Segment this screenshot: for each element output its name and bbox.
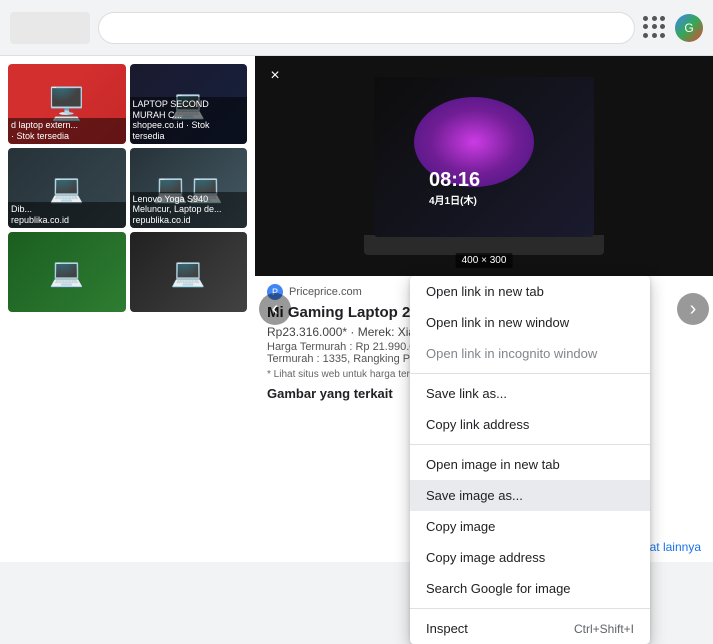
product-image: 08:16 4月1日(木) 400 × 300 [255,56,713,276]
thumb-label: Dib...republika.co.id [8,202,126,228]
menu-divider-3 [410,608,650,609]
menu-item-label: Copy link address [426,417,529,432]
menu-item-search-google[interactable]: Search Google for image [410,573,650,604]
close-button[interactable]: × [263,64,287,88]
menu-item-open-image-tab[interactable]: Open image in new tab [410,449,650,480]
list-item[interactable]: LAPTOP SECOND MURAH C...shopee.co.id · S… [130,64,248,144]
menu-divider-1 [410,373,650,374]
list-item[interactable]: Dib...republika.co.id [8,148,126,228]
left-sidebar: d laptop extern...· Stok tersedia LAPTOP… [0,56,255,562]
list-item[interactable]: 💻 Lenovo Yoga S940 Meluncur, Laptop de..… [130,148,248,228]
nav-left-arrow[interactable]: ‹ [259,293,291,325]
menu-item-open-new-window[interactable]: Open link in new window [410,307,650,338]
time-display: 08:16 4月1日(木) [429,169,480,207]
menu-item-inspect[interactable]: Inspect Ctrl+Shift+I [410,613,650,644]
chrome-topbar: G [0,0,713,56]
source-name: Priceprice.com [289,286,362,298]
menu-divider-2 [410,444,650,445]
menu-item-open-new-tab[interactable]: Open link in new tab [410,276,650,307]
menu-item-open-incognito[interactable]: Open link in incognito window [410,338,650,369]
menu-item-label: Open link in incognito window [426,346,597,361]
google-apps-icon[interactable] [643,16,667,40]
menu-item-copy-link[interactable]: Copy link address [410,409,650,440]
menu-item-label: Open link in new window [426,315,569,330]
menu-item-copy-image[interactable]: Copy image [410,511,650,542]
nav-right-arrow[interactable]: › [677,293,709,325]
menu-item-label: Copy image [426,519,495,534]
context-menu: Open link in new tab Open link in new wi… [410,276,650,644]
main-area: d laptop extern...· Stok tersedia LAPTOP… [0,56,713,562]
back-forward-buttons[interactable] [10,12,90,44]
menu-item-label: Inspect [426,621,468,636]
address-bar[interactable] [98,12,635,44]
list-item[interactable] [130,232,248,312]
menu-item-copy-image-address[interactable]: Copy image address [410,542,650,573]
menu-item-label: Save image as... [426,488,523,503]
profile-icon[interactable]: G [675,14,703,42]
inspect-shortcut: Ctrl+Shift+I [574,622,634,636]
thumb-label: Lenovo Yoga S940 Meluncur, Laptop de...r… [130,192,248,228]
menu-item-label: Save link as... [426,386,507,401]
menu-item-save-image[interactable]: Save image as... [410,480,650,511]
menu-item-label: Copy image address [426,550,545,565]
laptop-base [364,235,604,255]
thumb-label: d laptop extern...· Stok tersedia [8,118,126,144]
thumb-label: LAPTOP SECOND MURAH C...shopee.co.id · S… [130,97,248,144]
laptop-screen: 08:16 4月1日(木) [374,77,594,237]
list-item[interactable] [8,232,126,312]
menu-item-label: Open link in new tab [426,284,544,299]
menu-item-label: Search Google for image [426,581,571,596]
image-size-badge: 400 × 300 [456,253,513,268]
menu-item-label: Open image in new tab [426,457,560,472]
menu-item-save-link[interactable]: Save link as... [410,378,650,409]
list-item[interactable]: d laptop extern...· Stok tersedia [8,64,126,144]
